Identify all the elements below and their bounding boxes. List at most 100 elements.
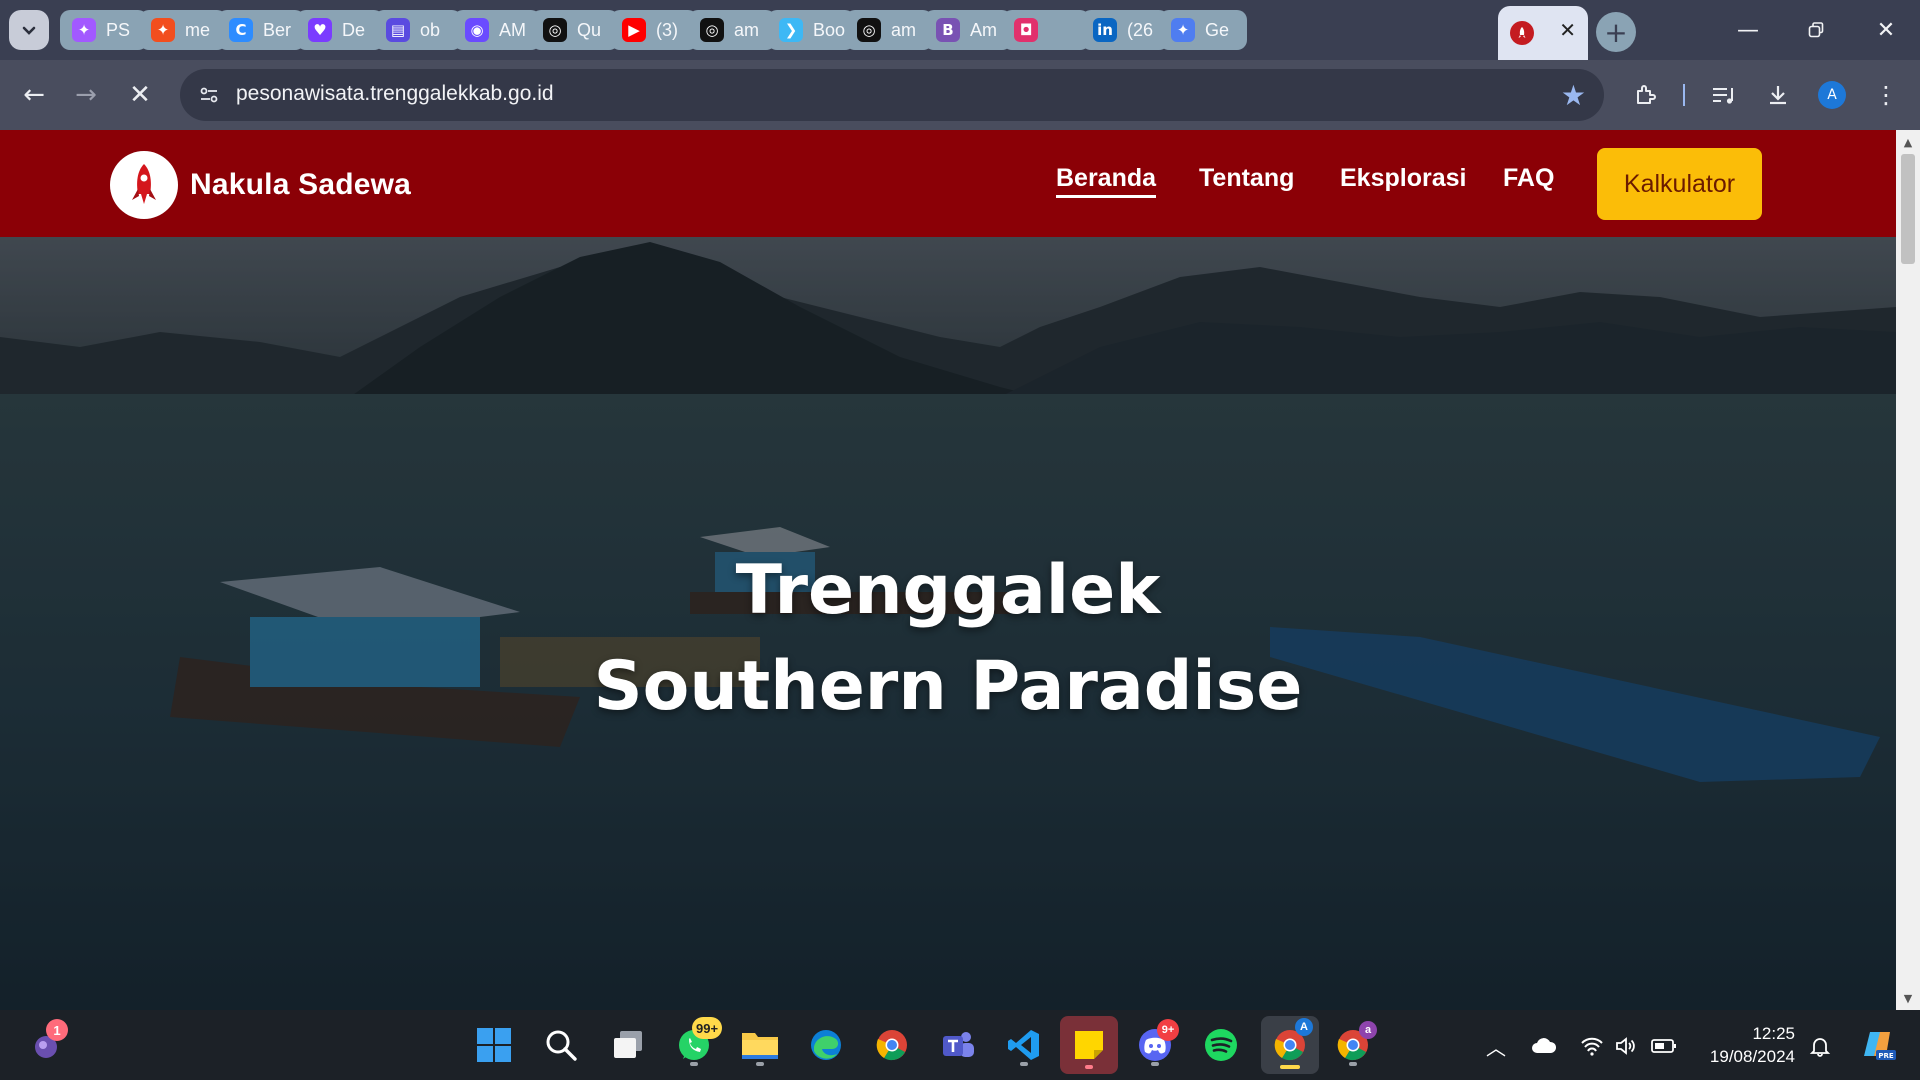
tab-title: (3) [656, 19, 678, 40]
nav-link-beranda[interactable]: Beranda [1056, 164, 1157, 198]
taskbar-chrome-profile-a[interactable]: A [1261, 1016, 1319, 1074]
copilot-icon[interactable]: PRE [1858, 1025, 1898, 1065]
taskbar-chrome[interactable] [866, 1019, 918, 1071]
browser-tab[interactable]: ◎ am [688, 10, 776, 50]
running-indicator [1151, 1062, 1159, 1066]
volume-icon[interactable] [1612, 1032, 1640, 1060]
taskbar-discord[interactable]: 9+ [1129, 1019, 1181, 1071]
system-clock[interactable]: 12:25 19/08/2024 [1710, 1022, 1795, 1068]
nav-link-eksplorasi[interactable]: Eksplorasi [1340, 164, 1466, 193]
github-icon: ◎ [700, 18, 724, 42]
media-controls-icon[interactable] [1704, 75, 1744, 115]
close-window-button[interactable]: ✕ [1858, 10, 1914, 50]
browser-tab[interactable]: ◎ Qu [531, 10, 619, 50]
taskbar-vscode[interactable] [998, 1019, 1050, 1071]
discord-badge: 9+ [1157, 1019, 1179, 1041]
browser-tab[interactable]: C Ber [217, 10, 305, 50]
kalkulator-button[interactable]: Kalkulator [1597, 148, 1762, 220]
notifications-icon[interactable] [1806, 1032, 1834, 1060]
bootstrap-icon: B [936, 18, 960, 42]
heart-icon: ♥ [308, 18, 332, 42]
browser-tab[interactable]: ✦ PS [60, 10, 148, 50]
close-icon: ✕ [129, 80, 151, 110]
taskbar-whatsapp[interactable]: 99+ [668, 1017, 723, 1071]
taskbar-edge[interactable] [800, 1019, 852, 1071]
tab-search-button[interactable] [9, 10, 49, 50]
hero-heading-line-1: Trenggalek [735, 551, 1161, 630]
restore-button[interactable] [1788, 10, 1844, 50]
site-info-icon[interactable] [194, 80, 224, 110]
chrome-profile-badge: a [1359, 1021, 1377, 1039]
svg-text:PRE: PRE [1878, 1052, 1894, 1060]
site-logo[interactable] [110, 151, 178, 219]
onedrive-icon[interactable] [1530, 1032, 1558, 1060]
taskbar-spotify[interactable] [1195, 1019, 1247, 1071]
scroll-up-icon[interactable]: ▲ [1896, 132, 1920, 152]
figma-icon: ✦ [151, 18, 175, 42]
browser-tab[interactable]: ◘ [1002, 10, 1090, 50]
show-hidden-icons-button[interactable]: ︿ [1482, 1032, 1510, 1060]
figma-icon: ✦ [72, 18, 96, 42]
new-tab-button[interactable]: + [1596, 12, 1636, 52]
search-button[interactable] [535, 1019, 587, 1071]
scroll-down-icon[interactable]: ▼ [1896, 988, 1920, 1008]
canva-icon: C [229, 18, 253, 42]
minimize-button[interactable]: — [1720, 10, 1776, 50]
task-view-button[interactable] [602, 1019, 654, 1071]
widgets-button[interactable]: 1 [22, 1019, 74, 1071]
menu-kebab-icon[interactable]: ⋮ [1866, 75, 1906, 115]
browser-tab[interactable]: ✦ Ge [1159, 10, 1247, 50]
browser-tab[interactable]: ◉ AM [453, 10, 541, 50]
tab-title: Ber [263, 19, 292, 40]
arrow-right-icon: → [75, 80, 97, 110]
download-icon[interactable] [1758, 75, 1798, 115]
page-viewport: Nakula Sadewa Beranda Tentang Eksplorasi… [0, 130, 1896, 1010]
browser-tab[interactable]: in (26 [1081, 10, 1169, 50]
battery-icon[interactable] [1650, 1032, 1678, 1060]
close-tab-icon[interactable]: ✕ [1559, 18, 1576, 42]
linkedin-icon: in [1093, 18, 1117, 42]
edge-icon [811, 1030, 841, 1060]
browser-tab[interactable]: ♥ De [296, 10, 384, 50]
wifi-icon[interactable] [1578, 1032, 1606, 1060]
browser-tab[interactable]: ✦ me [139, 10, 227, 50]
tab-active[interactable]: ✕ [1498, 6, 1588, 60]
meta-icon: ◉ [465, 18, 489, 42]
tab-title: De [342, 19, 366, 40]
browser-tab[interactable]: ◎ am [845, 10, 933, 50]
nav-link-faq[interactable]: FAQ [1503, 164, 1554, 193]
forward-button[interactable]: → [64, 73, 108, 117]
whatsapp-badge: 99+ [692, 1017, 723, 1039]
tab-title: ob [420, 19, 441, 40]
tab-title: Qu [577, 19, 602, 40]
brand-name[interactable]: Nakula Sadewa [190, 168, 411, 202]
running-indicator [690, 1062, 698, 1066]
url-text[interactable]: pesonawisata.trenggalekkab.go.id [236, 82, 554, 106]
taskbar-file-explorer[interactable] [734, 1019, 786, 1071]
running-indicator [756, 1062, 764, 1066]
browser-tab[interactable]: ❯ Boo [767, 10, 855, 50]
toolbar-divider [1683, 84, 1685, 106]
scrollbar-thumb[interactable] [1901, 154, 1915, 264]
browser-tab[interactable]: ▶ (3) [610, 10, 698, 50]
rocket-icon [1510, 21, 1534, 45]
profile-avatar[interactable]: A [1818, 81, 1846, 109]
taskbar-teams[interactable] [932, 1019, 984, 1071]
browser-tab[interactable]: ▤ ob [374, 10, 462, 50]
chrome-icon [876, 1030, 907, 1061]
stop-loading-button[interactable]: ✕ [118, 73, 162, 117]
taskbar-chrome-profile-b[interactable]: a [1327, 1019, 1379, 1071]
extensions-icon[interactable] [1626, 75, 1666, 115]
back-button[interactable]: ← [12, 73, 56, 117]
page-scrollbar[interactable]: ▲ ▼ [1896, 130, 1920, 1010]
bookmark-star-icon[interactable]: ★ [1561, 79, 1586, 112]
site-navbar: Nakula Sadewa Beranda Tentang Eksplorasi… [0, 130, 1896, 237]
plus-icon: + [1604, 15, 1628, 49]
browser-tab[interactable]: B Am [924, 10, 1012, 50]
start-button[interactable] [468, 1019, 520, 1071]
address-bar[interactable]: pesonawisata.trenggalekkab.go.id ★ [180, 69, 1604, 121]
nav-link-tentang[interactable]: Tentang [1199, 164, 1294, 193]
minimize-icon: — [1737, 17, 1759, 43]
running-indicator [1020, 1062, 1028, 1066]
taskbar-sticky-notes[interactable] [1060, 1016, 1118, 1074]
